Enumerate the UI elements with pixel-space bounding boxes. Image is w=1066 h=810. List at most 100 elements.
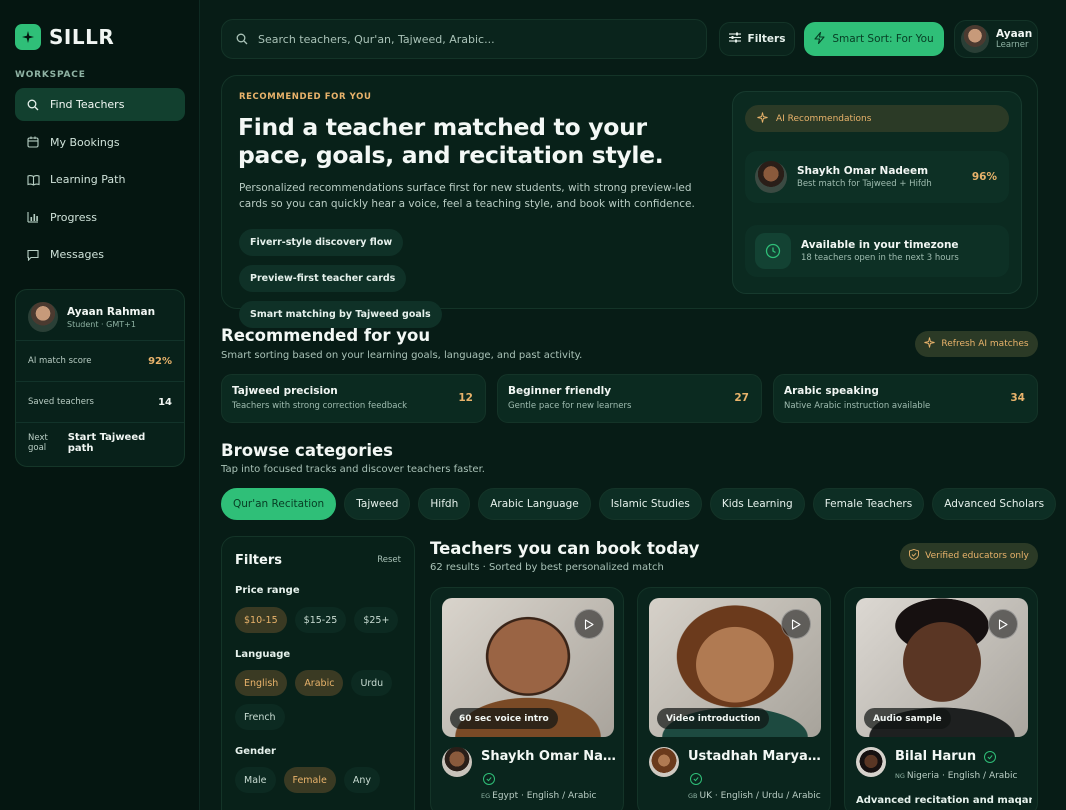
categories-title: Browse categories: [221, 441, 393, 460]
match-percentage: 96%: [971, 171, 997, 183]
verified-educators-toggle[interactable]: Verified educators only: [900, 543, 1038, 569]
sidebar-item-my-bookings[interactable]: My Bookings: [15, 126, 185, 159]
language-option[interactable]: Arabic: [295, 670, 344, 696]
language-option[interactable]: English: [235, 670, 288, 696]
refresh-ai-matches-button[interactable]: Refresh AI matches: [915, 331, 1038, 357]
teacher-location: GB UK · English / Urdu / Arabic: [688, 791, 821, 801]
avatar[interactable]: [28, 302, 58, 332]
tab-kids-learning[interactable]: Kids Learning: [709, 488, 805, 520]
price-option[interactable]: $15-25: [294, 607, 347, 633]
teacher-photo[interactable]: Audio sample: [856, 598, 1028, 737]
recommended-subtitle: Smart sorting based on your learning goa…: [221, 350, 583, 361]
gender-option[interactable]: Male: [235, 767, 276, 793]
brand-logo[interactable]: SILLR: [15, 24, 114, 50]
gender-option[interactable]: Female: [283, 767, 336, 793]
user-menu[interactable]: Ayaan Learner: [954, 20, 1038, 58]
smart-sort-label: Smart Sort: For You: [832, 33, 934, 45]
stat-value: 14: [158, 396, 172, 408]
stat-label: Next goal: [28, 433, 48, 453]
hero-description: Personalized recommendations surface fir…: [239, 182, 695, 210]
rec-card-title: Arabic speaking: [784, 385, 879, 397]
ai-recommendations-panel: AI Recommendations Shaykh Omar Nadeem Be…: [732, 91, 1022, 294]
rec-card-tajweed-precision[interactable]: Tajweed precision Teachers with strong c…: [221, 374, 486, 423]
teacher-name[interactable]: Ustadhah Maryam Yusuf: [688, 749, 823, 764]
verified-label: Verified educators only: [925, 551, 1029, 561]
sliders-icon: [728, 32, 741, 46]
language-option[interactable]: French: [235, 704, 285, 730]
categories-subtitle: Tap into focused tracks and discover tea…: [221, 464, 485, 475]
book-icon: [26, 173, 40, 187]
teacher-card[interactable]: Video introduction Ustadhah Maryam Yusuf…: [637, 587, 831, 810]
sidebar: SILLR WORKSPACE Find Teachers My Booking…: [0, 0, 200, 810]
teacher-name[interactable]: Bilal Harun: [895, 749, 996, 764]
hero-panel: RECOMMENDED FOR YOU Find a teacher match…: [221, 75, 1038, 328]
rec-card-count: 12: [458, 392, 473, 404]
timezone-title: Available in your timezone: [801, 239, 959, 251]
sidebar-item-progress[interactable]: Progress: [15, 201, 185, 234]
avatar: [961, 25, 989, 53]
app-root: SILLR WORKSPACE Find Teachers My Booking…: [0, 0, 1066, 810]
price-option[interactable]: $10-15: [235, 607, 287, 633]
price-option[interactable]: $25+: [354, 607, 399, 633]
search-input[interactable]: [258, 32, 678, 46]
feature-chip[interactable]: Smart matching by Tajweed goals: [239, 301, 442, 328]
teacher-photo[interactable]: Video introduction: [649, 598, 821, 737]
sidebar-item-learning-path[interactable]: Learning Path: [15, 163, 185, 196]
tab-islamic-studies[interactable]: Islamic Studies: [598, 488, 702, 520]
shield-icon: [909, 549, 920, 563]
teachers-title: Teachers you can book today: [430, 539, 700, 558]
match-subtitle: Best match for Tajweed + Hifdh: [797, 179, 932, 189]
reset-filters-link[interactable]: Reset: [377, 555, 401, 565]
message-icon: [26, 248, 40, 262]
teacher-name[interactable]: Shaykh Omar Nadeem: [481, 749, 616, 764]
teacher-photo[interactable]: 60 sec voice intro: [442, 598, 614, 737]
price-range-options: $10-15 $15-25 $25+: [235, 607, 410, 633]
feature-chip[interactable]: Fiverr-style discovery flow: [239, 229, 404, 256]
sidebar-item-label: Learning Path: [50, 173, 126, 186]
gender-option[interactable]: Any: [343, 767, 381, 793]
sidebar-item-find-teachers[interactable]: Find Teachers: [15, 88, 185, 121]
sidebar-item-messages[interactable]: Messages: [15, 238, 185, 271]
tab-arabic-language[interactable]: Arabic Language: [478, 488, 591, 520]
verified-check-icon: [983, 750, 996, 763]
play-icon[interactable]: [574, 609, 604, 639]
bar-chart-icon: [26, 210, 40, 224]
filters-panel: Filters Reset Price range $10-15 $15-25 …: [221, 536, 415, 810]
avatar: [442, 747, 472, 777]
timezone-subtitle: 18 teachers open in the next 3 hours: [801, 253, 959, 263]
tab-hifdh[interactable]: Hifdh: [418, 488, 471, 520]
play-icon[interactable]: [988, 609, 1018, 639]
stat-saved-teachers: Saved teachers 14: [16, 381, 184, 422]
tab-female-teachers[interactable]: Female Teachers: [812, 488, 925, 520]
feature-chip[interactable]: Preview-first teacher cards: [239, 265, 407, 292]
gender-label: Gender: [235, 746, 276, 757]
stat-value[interactable]: Start Tajweed path: [68, 432, 172, 454]
tab-advanced-scholars[interactable]: Advanced Scholars: [932, 488, 1057, 520]
location-text: Nigeria · English / Arabic: [906, 771, 1018, 781]
smart-sort-button[interactable]: Smart Sort: For You: [804, 22, 944, 56]
tab-quran-recitation[interactable]: Qur'an Recitation: [221, 488, 337, 520]
hero-chips: Fiverr-style discovery flow Preview-firs…: [239, 229, 569, 328]
play-icon[interactable]: [781, 609, 811, 639]
filters-button[interactable]: Filters: [719, 22, 795, 56]
profile-header: Ayaan Rahman Student · GMT+1: [16, 290, 184, 332]
top-match-row[interactable]: Shaykh Omar Nadeem Best match for Tajwee…: [745, 151, 1009, 203]
sidebar-item-label: Find Teachers: [50, 98, 125, 111]
timezone-row[interactable]: Available in your timezone 18 teachers o…: [745, 225, 1009, 277]
avatar: [856, 747, 886, 777]
filters-title: Filters: [235, 553, 282, 568]
tab-tajweed[interactable]: Tajweed: [344, 488, 411, 520]
language-option[interactable]: Urdu: [351, 670, 393, 696]
sparkle-icon: [924, 337, 935, 351]
teacher-card[interactable]: Audio sample Bilal Harun NG Nigeria · Eng…: [844, 587, 1038, 810]
country-code: EG: [481, 792, 491, 800]
ai-recommendations-pill[interactable]: AI Recommendations: [745, 105, 1009, 132]
verified-check-icon: [483, 773, 495, 785]
teacher-card[interactable]: 60 sec voice intro Shaykh Omar Nadeem EG…: [430, 587, 624, 810]
avatar: [649, 747, 679, 777]
refresh-label: Refresh AI matches: [941, 339, 1029, 349]
rec-card-beginner-friendly[interactable]: Beginner friendly Gentle pace for new le…: [497, 374, 762, 423]
rec-card-arabic-speaking[interactable]: Arabic speaking Native Arabic instructio…: [773, 374, 1038, 423]
search-bar[interactable]: [221, 19, 707, 59]
country-code: GB: [688, 792, 698, 800]
